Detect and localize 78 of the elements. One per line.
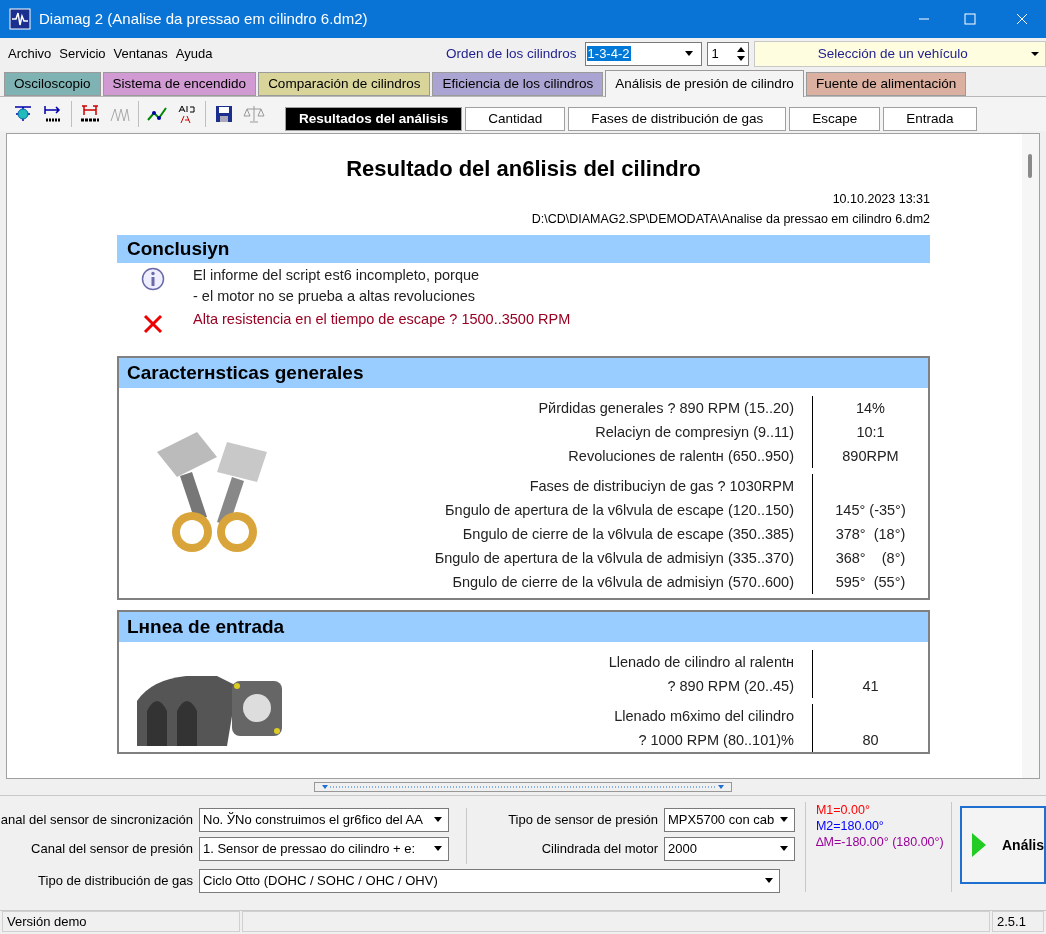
row-label: Бngulo de apertura de la v6lvula de escape (120..150) xyxy=(445,501,794,520)
menu-item[interactable]: Ventanas xyxy=(113,44,168,64)
file-path: D:\CD\DIAMAG2.SP\DEMODATA\Analise da pressao em cilindro 6.dm2 xyxy=(530,211,930,228)
cylinder-order-select[interactable]: 1-3-4-2 xyxy=(584,42,702,66)
close-icon[interactable] xyxy=(1016,13,1028,25)
row-value: 14% xyxy=(856,399,885,418)
spin-arrows-icon xyxy=(735,45,746,63)
auto-measure-icon[interactable] xyxy=(79,103,101,125)
row-label: Relaciyn de compresiyn (9..11) xyxy=(595,423,794,442)
field-label: Canal del sensor de presión xyxy=(30,840,194,859)
analyze-button[interactable]: Anális xyxy=(960,806,1046,884)
window-title: Diamag 2 (Analise da pressao em cilindro 6.dm2) xyxy=(39,8,369,29)
tab[interactable]: Comparación de cilindros xyxy=(258,72,431,96)
app-logo-icon xyxy=(9,8,31,30)
tab[interactable]: Osciloscopio xyxy=(4,72,101,96)
row-label: Бngulo de cierre de la v6lvula de escape (350..385) xyxy=(462,525,794,544)
dropdown-field[interactable]: 2000 xyxy=(664,837,795,861)
version-text: 2.5.1 xyxy=(992,911,1044,932)
splitter-handle[interactable] xyxy=(314,782,732,792)
row-value: 378° (18°) xyxy=(835,525,906,544)
row-label: Llenado m6ximo del cilindro xyxy=(614,707,794,726)
row-label: Llenado de cilindro al ralentн xyxy=(608,653,794,672)
maximize-icon[interactable] xyxy=(964,13,976,25)
dropdown-field[interactable]: No. ЎNo construimos el gr6fico del AA xyxy=(199,808,449,832)
message-text: - el motor no se prueba a altas revoluciones xyxy=(193,287,477,306)
marker-reading: M2=180.00° xyxy=(815,818,885,834)
row-value: 41 xyxy=(862,677,879,696)
menu-item[interactable]: Ayuda xyxy=(175,44,213,64)
row-value: 368° (8°) xyxy=(835,549,906,568)
tab[interactable]: Fuente de alimentación xyxy=(805,72,967,96)
dropdown-field[interactable]: Ciclo Otto (DOHC / SOHC / OHC / OHV) xyxy=(199,869,780,893)
row-label: Revoluciones de ralentн (650..950) xyxy=(568,447,794,466)
scrollbar-thumb[interactable] xyxy=(1028,154,1032,178)
row-value: 595° (55°) xyxy=(835,573,906,592)
play-icon xyxy=(972,833,986,857)
section-heading: Caracterнsticas generales xyxy=(119,358,928,388)
tab[interactable]: Eficiencia de los cilindros xyxy=(432,72,604,96)
row-value: 10:1 xyxy=(856,423,885,442)
marker-reading: ∆M=-180.00° (180.00°) xyxy=(815,834,945,850)
row-label: Бngulo de cierre de la v6lvula de admisiyn (570..600) xyxy=(452,573,794,592)
tab[interactable]: Sistema de encendido xyxy=(102,72,257,96)
vehicle-select[interactable]: Selección de un vehículo xyxy=(753,41,1046,67)
field-label: Tipo de distribución de gas xyxy=(37,872,194,891)
section-heading: Conclusiyn xyxy=(117,235,930,263)
field-label: Cilindrada del motor xyxy=(540,840,659,859)
row-value: 890RPM xyxy=(842,447,899,466)
tab[interactable]: Entrada xyxy=(883,107,977,131)
field-label: Orden de los cilindros xyxy=(446,44,577,63)
tab[interactable]: Resultados del análisis xyxy=(285,107,463,131)
message-text: Alta resistencia en el tiempo de escape ? 1500..3500 RPM xyxy=(193,310,571,329)
menu-item[interactable]: Servicio xyxy=(59,44,106,64)
status-text: Versión demo xyxy=(2,911,240,932)
dropdown-field[interactable]: MPX5700 con cab xyxy=(664,808,795,832)
tab[interactable]: Escape xyxy=(789,107,881,131)
row-value: 145° (-35°) xyxy=(835,501,906,520)
row-label: Fases de distribuciyn de gas ? 1030RPM xyxy=(529,477,794,496)
report-date: 10.10.2023 13:31 xyxy=(831,191,930,208)
row-value: 80 xyxy=(862,731,879,750)
save-icon[interactable] xyxy=(213,103,235,125)
row-label: Pйrdidas generales ? 890 RPM (15..20) xyxy=(538,399,794,418)
marker-reading: M1=0.00° xyxy=(815,802,871,818)
info-icon xyxy=(141,267,165,291)
dropdown-field[interactable]: 1. Sensor de pressao do cilindro + e: xyxy=(199,837,449,861)
row-label: ? 890 RPM (20..45) xyxy=(667,677,794,696)
menu-item[interactable]: Archivo xyxy=(8,44,52,64)
field-label: anal del sensor de sincronización xyxy=(0,811,194,830)
row-label: Бngulo de apertura de la v6lvula de admisiyn (335..370) xyxy=(434,549,794,568)
error-cross-icon xyxy=(141,312,165,336)
field-label: Tipo de sensor de presión xyxy=(507,811,659,830)
message-text: El informe del script est6 incompleto, porque xyxy=(193,266,480,285)
row-label: ? 1000 RPM (80..101)% xyxy=(638,731,794,750)
spinner-field[interactable]: 1 xyxy=(706,42,749,66)
tab[interactable]: Análisis de presión de cilindro xyxy=(605,70,804,97)
tab[interactable]: Cantidad xyxy=(465,107,566,131)
report-title: Resultado del an6lisis del cilindro xyxy=(345,155,702,183)
section-heading: Lнnea de entrada xyxy=(119,612,928,642)
dropdown-caret-icon xyxy=(1031,50,1039,58)
tab[interactable]: Fases de distribución de gas xyxy=(568,107,787,131)
